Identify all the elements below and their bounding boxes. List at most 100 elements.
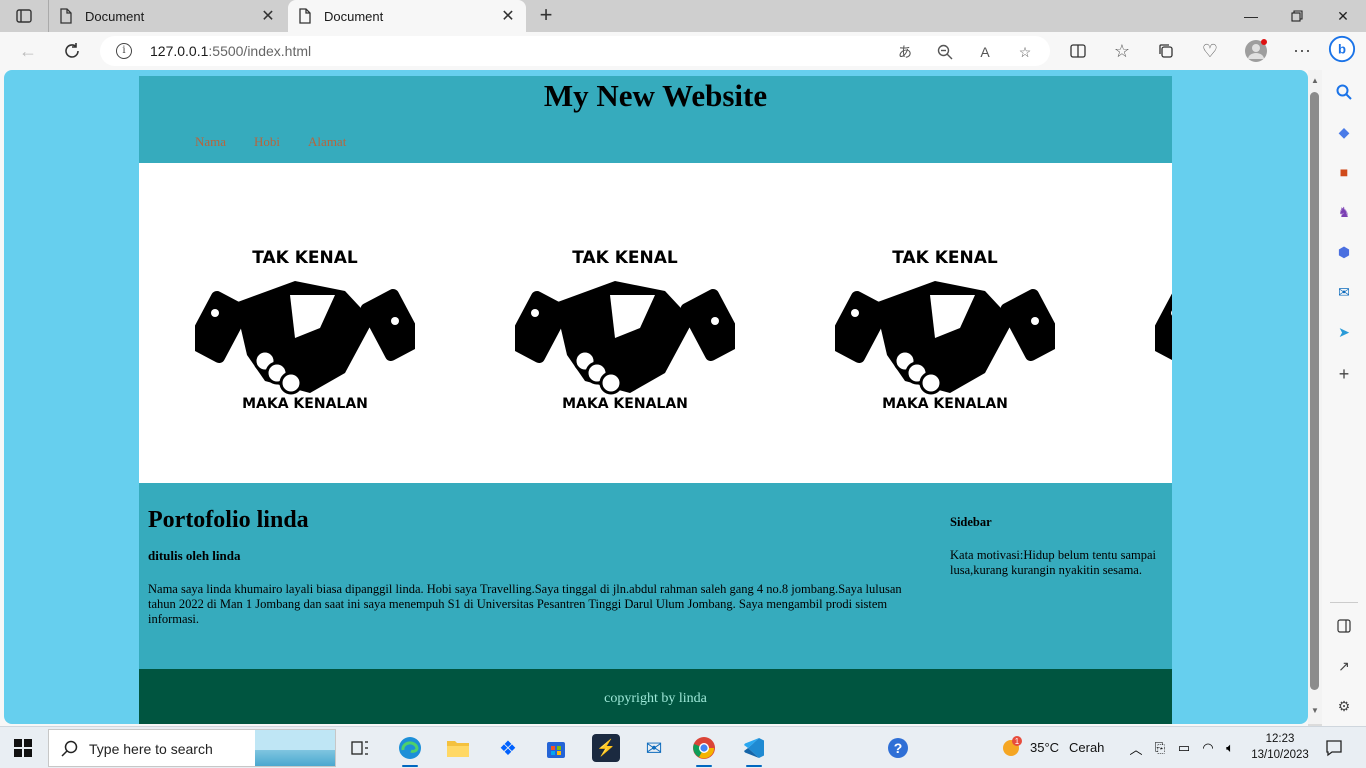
browser-viewport-frame: My New Website Nama Hobi Alamat TAK KENA… (0, 70, 1308, 726)
weather-description[interactable]: Cerah (1069, 740, 1104, 755)
navigation-bar: ← i 127.0.0.1:5500/index.html あ A ☆ ☆ ♡ … (0, 32, 1366, 70)
page-scrollbar[interactable]: ▲ ▼ (1308, 70, 1322, 724)
split-screen-icon[interactable] (1064, 38, 1092, 64)
nav-link-alamat[interactable]: Alamat (308, 134, 346, 150)
search-icon (61, 740, 78, 757)
scroll-down-icon[interactable]: ▼ (1309, 706, 1321, 718)
sidebar-settings-gear-icon[interactable]: ⚙ (1334, 696, 1354, 716)
file-explorer-icon[interactable] (444, 734, 472, 762)
microsoft-store-icon[interactable] (542, 734, 570, 762)
tab-document-2[interactable]: Document ✕ (288, 0, 526, 32)
windows-start-icon[interactable] (14, 739, 32, 757)
close-tab-icon[interactable]: ✕ (260, 8, 276, 25)
search-icon[interactable] (1334, 82, 1354, 102)
svg-text:TAK KENAL: TAK KENAL (892, 248, 998, 268)
svg-text:?: ? (894, 740, 903, 756)
refresh-button[interactable] (58, 38, 86, 64)
site-nav: Nama Hobi Alamat (195, 134, 346, 150)
svg-text:MAKA KENALAN: MAKA KENALAN (562, 396, 688, 412)
svg-text:TAK KENAL: TAK KENAL (572, 248, 678, 268)
chrome-icon[interactable] (690, 734, 718, 762)
scrollbar-thumb[interactable] (1310, 92, 1319, 690)
shopping-tag-icon[interactable]: ◆ (1334, 122, 1354, 142)
svg-text:1: 1 (1015, 737, 1020, 746)
tools-briefcase-icon[interactable]: ■ (1334, 162, 1354, 182)
sublime-text-icon[interactable]: ⚡ (592, 734, 620, 762)
mail-icon[interactable]: ✉ (640, 734, 668, 762)
dropbox-icon[interactable]: ❖ (494, 734, 522, 762)
open-external-icon[interactable]: ↗ (1334, 656, 1354, 676)
restore-button[interactable] (1274, 0, 1320, 32)
weather-temperature[interactable]: 35°C (1030, 740, 1059, 755)
sidebar-divider (1330, 602, 1358, 603)
close-window-button[interactable]: ✕ (1320, 0, 1366, 32)
task-view-icon[interactable] (346, 734, 374, 762)
help-icon[interactable]: ? (884, 734, 912, 762)
tab-bar: Document ✕ Document ✕ + — ✕ (0, 0, 1366, 32)
site-title: My New Website (543, 78, 768, 113)
svg-text:MAKA KENALAN: MAKA KENALAN (882, 396, 1008, 412)
tab-title: Document (324, 8, 384, 24)
speaker-icon[interactable]: 🔈︎ (1216, 734, 1244, 762)
nav-link-hobi[interactable]: Hobi (254, 134, 280, 150)
tab-title: Document (85, 8, 145, 24)
favorite-star-icon[interactable]: ☆ (1016, 43, 1034, 61)
handshake-image: TAK KENAL MAKA KENALAN (515, 248, 735, 412)
zoom-out-icon[interactable] (936, 43, 954, 61)
article: Portofolio linda ditulis oleh linda Nama… (148, 507, 920, 627)
address-bar[interactable]: i 127.0.0.1:5500/index.html あ A ☆ (100, 36, 1050, 66)
website: My New Website Nama Hobi Alamat TAK KENA… (139, 76, 1172, 724)
svg-text:TAK KENAL: TAK KENAL (252, 248, 358, 268)
svg-text:MAKA KENALAN: MAKA KENALAN (242, 396, 368, 412)
games-chess-icon[interactable]: ♞ (1334, 202, 1354, 222)
handshake-image: TAK KENAL MAKA KENALAN (835, 248, 1055, 412)
article-heading: Portofolio linda (148, 507, 309, 533)
favorites-icon[interactable]: ☆ (1108, 38, 1136, 64)
sidebar: Sidebar Kata motivasi:Hidup belum tentu … (950, 515, 1156, 578)
vscode-icon[interactable] (740, 734, 768, 762)
weather-icon[interactable]: 1 (998, 733, 1026, 761)
refresh-icon (65, 43, 79, 58)
hide-sidebar-icon[interactable] (1334, 616, 1354, 636)
svg-text:b: b (1338, 42, 1346, 57)
search-highlight-image (255, 730, 335, 766)
read-aloud-icon[interactable]: A (976, 43, 994, 61)
close-tab-icon[interactable]: ✕ (500, 8, 516, 25)
handshake-image-partial (1155, 291, 1172, 363)
add-sidebar-app-icon[interactable]: + (1334, 364, 1354, 384)
nav-link-nama[interactable]: Nama (195, 134, 226, 150)
windows-taskbar: Type here to search ❖ ⚡ ✉ ? 1 35°C Cerah… (0, 726, 1366, 768)
browser-essentials-icon[interactable]: ♡ (1196, 38, 1224, 64)
system-clock[interactable]: 12:23 13/10/2023 (1248, 731, 1312, 763)
scroll-up-icon[interactable]: ▲ (1309, 76, 1321, 88)
url-text[interactable]: 127.0.0.1:5500/index.html (150, 43, 311, 59)
clock-time: 12:23 (1265, 733, 1295, 745)
notifications-icon[interactable] (1320, 734, 1348, 762)
collections-icon[interactable] (1152, 38, 1180, 64)
back-button[interactable]: ← (14, 38, 42, 64)
search-placeholder: Type here to search (89, 741, 213, 757)
edge-taskbar-icon[interactable] (396, 734, 424, 762)
minimize-button[interactable]: — (1228, 0, 1274, 32)
site-info-icon[interactable]: i (116, 43, 132, 59)
tab-document-1[interactable]: Document ✕ (48, 0, 286, 32)
open-app-indicator (696, 765, 712, 767)
profile-avatar[interactable] (1242, 38, 1270, 64)
drop-send-icon[interactable]: ➤ (1334, 322, 1354, 342)
sidebar-heading: Sidebar (950, 515, 992, 529)
site-footer: copyright by linda (139, 669, 1172, 724)
translate-icon[interactable]: あ (896, 43, 914, 61)
clock-date: 13/10/2023 (1251, 749, 1309, 761)
footer-copyright: copyright by linda (604, 691, 707, 706)
restore-icon (1291, 10, 1303, 22)
bing-copilot-icon[interactable]: b (1328, 35, 1356, 63)
settings-more-icon[interactable]: ⋯ (1288, 38, 1316, 64)
microsoft-365-icon[interactable]: ⬢ (1334, 242, 1354, 262)
tab-actions-button[interactable] (8, 4, 40, 28)
new-tab-button[interactable]: + (534, 4, 558, 28)
page-viewport: My New Website Nama Hobi Alamat TAK KENA… (4, 70, 1308, 724)
taskbar-search[interactable]: Type here to search (48, 729, 336, 767)
hero-banner: TAK KENAL MAKA KENALAN TAK KENAL MAKA KE… (139, 163, 1172, 483)
outlook-icon[interactable]: ✉ (1334, 282, 1354, 302)
handshake-image: TAK KENAL MAKA KENALAN (195, 248, 415, 412)
